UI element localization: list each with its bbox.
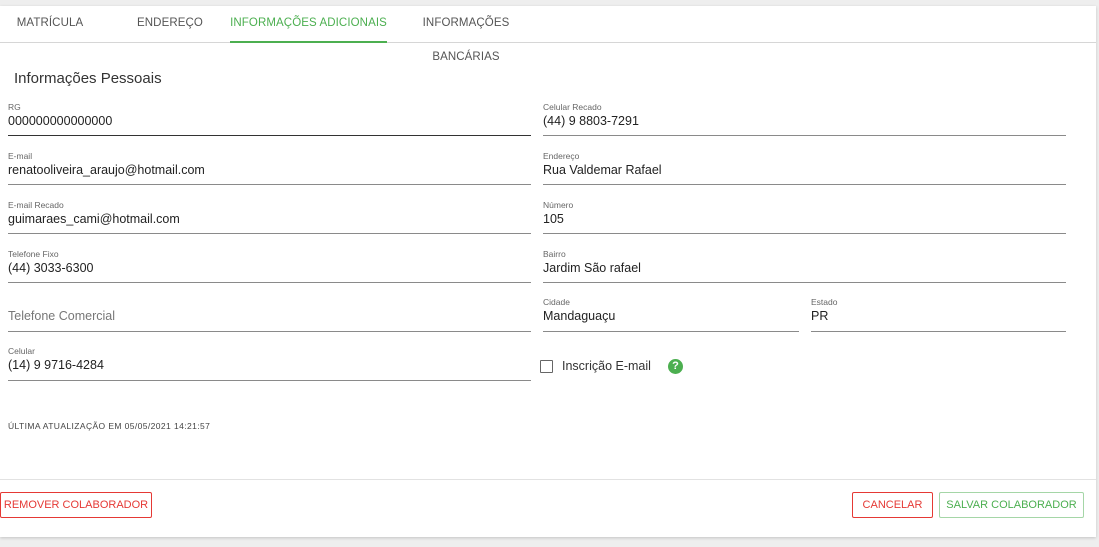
telefone-comercial-placeholder: Telefone Comercial	[8, 309, 115, 323]
telefone-fixo-value: (44) 3033-6300	[8, 261, 94, 275]
telefone-fixo-label: Telefone Fixo	[8, 249, 59, 259]
footer-divider	[0, 479, 1096, 480]
celular-value: (14) 9 9716-4284	[8, 358, 104, 372]
cidade-field[interactable]: Cidade Mandaguaçu	[543, 297, 799, 332]
numero-value: 105	[543, 212, 564, 226]
endereco-label: Endereço	[543, 151, 580, 161]
email-label: E-mail	[8, 151, 33, 161]
bairro-field[interactable]: Bairro Jardim São rafael	[543, 249, 1066, 283]
estado-value: PR	[811, 309, 829, 323]
email-field[interactable]: E-mail renatooliveira_araujo@hotmail.com	[8, 151, 531, 185]
celular-field[interactable]: Celular (14) 9 9716-4284	[8, 346, 531, 381]
rg-value: 000000000000000	[8, 114, 113, 128]
inscricao-email-checkbox[interactable]	[540, 359, 553, 373]
email-value: renatooliveira_araujo@hotmail.com	[8, 163, 205, 177]
tab-informacoes-adicionais[interactable]: INFORMAÇÕES ADICIONAIS	[230, 6, 387, 43]
tab-matricula[interactable]: MATRÍCULA	[0, 6, 100, 43]
celular-recado-field[interactable]: Celular Recado (44) 9 8803-7291	[543, 102, 1066, 136]
rg-field[interactable]: RG 000000000000000	[8, 102, 531, 136]
celular-label: Celular	[8, 346, 35, 356]
endereco-field[interactable]: Endereço Rua Valdemar Rafael	[543, 151, 1066, 185]
numero-label: Número	[543, 200, 574, 210]
tab-endereco[interactable]: ENDEREÇO	[120, 6, 220, 43]
email-recado-value: guimaraes_cami@hotmail.com	[8, 212, 180, 226]
celular-recado-label: Celular Recado	[543, 102, 602, 112]
inscricao-email-row: Inscrição E-mail	[540, 358, 651, 374]
email-recado-field[interactable]: E-mail Recado guimaraes_cami@hotmail.com	[8, 200, 531, 234]
remove-employee-button[interactable]: REMOVER COLABORADOR	[0, 492, 152, 518]
endereco-value: Rua Valdemar Rafael	[543, 163, 662, 177]
bairro-label: Bairro	[543, 249, 566, 259]
celular-recado-value: (44) 9 8803-7291	[543, 114, 639, 128]
inscricao-email-label[interactable]: Inscrição E-mail	[562, 359, 651, 373]
telefone-fixo-field[interactable]: Telefone Fixo (44) 3033-6300	[8, 249, 531, 283]
telefone-comercial-field[interactable]: Telefone Comercial	[8, 298, 531, 332]
numero-field[interactable]: Número 105	[543, 200, 1066, 234]
cidade-label: Cidade	[543, 297, 570, 307]
employee-form-card: MATRÍCULA ENDEREÇO INFORMAÇÕES ADICIONAI…	[0, 6, 1096, 537]
rg-label: RG	[8, 102, 21, 112]
save-employee-button[interactable]: SALVAR COLABORADOR	[939, 492, 1084, 518]
last-update-text: ÚLTIMA ATUALIZAÇÃO EM 05/05/2021 14:21:5…	[8, 421, 211, 431]
email-recado-label: E-mail Recado	[8, 200, 64, 210]
bairro-value: Jardim São rafael	[543, 261, 641, 275]
help-icon[interactable]: ?	[668, 359, 683, 374]
tab-bar: MATRÍCULA ENDEREÇO INFORMAÇÕES ADICIONAI…	[0, 6, 1096, 63]
estado-label: Estado	[811, 297, 838, 307]
section-title: Informações Pessoais	[14, 70, 162, 87]
tab-informacoes-bancarias[interactable]: INFORMAÇÕES BANCÁRIAS	[392, 6, 540, 63]
cidade-value: Mandaguaçu	[543, 309, 616, 323]
cancel-button[interactable]: CANCELAR	[852, 492, 933, 518]
estado-field[interactable]: Estado PR	[811, 297, 1066, 332]
